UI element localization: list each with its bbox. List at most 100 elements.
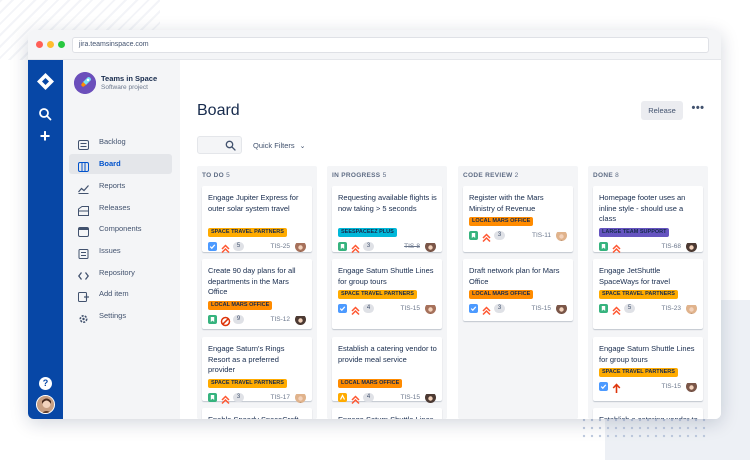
column-header: DONE 8 bbox=[593, 172, 619, 179]
help-icon[interactable]: ? bbox=[39, 377, 52, 390]
issue-card[interactable]: Draft network plan for Mars Office LOCAL … bbox=[463, 259, 573, 321]
board-icon bbox=[78, 159, 89, 172]
create-plus-icon[interactable]: + bbox=[37, 127, 53, 145]
epic-label: SEESPACEEZ PLUS bbox=[338, 227, 397, 237]
sidebar-item-add-item[interactable]: Add item bbox=[69, 284, 172, 304]
card-footer: 3 TIS-8 bbox=[338, 241, 436, 253]
issue-key[interactable]: TIS-15 bbox=[400, 394, 420, 401]
issue-card[interactable]: Homepage footer uses an inline style - s… bbox=[593, 186, 703, 253]
issue-card[interactable]: Engage JetShuttle SpaceWays for travel SP… bbox=[593, 259, 703, 329]
sidebar-item-issues[interactable]: Issues bbox=[69, 241, 172, 261]
sidebar-item-settings[interactable]: Settings bbox=[69, 306, 172, 326]
issue-card[interactable]: Enable Speedy SpaceCraft as the preferre… bbox=[202, 408, 312, 419]
task-type-icon bbox=[208, 241, 217, 251]
assignee-avatar[interactable] bbox=[556, 230, 567, 241]
epic-label: SPACE TRAVEL PARTNERS bbox=[208, 227, 287, 237]
story-points-badge: 9 bbox=[233, 314, 244, 324]
epic-label: SPACE TRAVEL PARTNERS bbox=[599, 368, 678, 377]
release-button[interactable]: Release bbox=[641, 101, 683, 120]
assignee-avatar[interactable] bbox=[556, 303, 567, 314]
priority-high-icon bbox=[350, 303, 361, 316]
issue-key[interactable]: TIS-15 bbox=[531, 305, 551, 312]
priority-high-icon bbox=[350, 241, 361, 253]
column-done: DONE 8 Homepage footer uses an inline sty… bbox=[588, 166, 708, 419]
card-footer: TIS-68 bbox=[599, 241, 697, 253]
priority-blocker-icon bbox=[220, 314, 231, 326]
issue-card[interactable]: Establish a catering vendor to provide m… bbox=[332, 337, 442, 404]
epic-label: SPACE TRAVEL PARTNERS bbox=[599, 290, 678, 299]
assignee-avatar[interactable] bbox=[686, 303, 697, 314]
issue-card[interactable]: Engage Saturn Shuttle Lines for group to… bbox=[332, 408, 442, 419]
jira-logo-icon[interactable] bbox=[36, 72, 55, 91]
issue-key[interactable]: TIS-15 bbox=[661, 383, 681, 390]
card-title: Engage Saturn's Rings Resort as a prefer… bbox=[208, 344, 285, 374]
browser-titlebar: jira.teamsinspace.com bbox=[28, 30, 721, 60]
issue-card[interactable]: Establish a catering vendor to provide m… bbox=[593, 408, 703, 419]
sidebar-item-components[interactable]: Components bbox=[69, 219, 172, 239]
column-header: CODE REVIEW 2 bbox=[463, 172, 519, 179]
issue-card[interactable]: Engage Saturn Shuttle Lines for group to… bbox=[332, 259, 442, 329]
issue-card[interactable]: Engage Saturn Shuttle Lines for group to… bbox=[593, 337, 703, 401]
issue-key[interactable]: TIS-8 bbox=[404, 243, 420, 250]
issue-card[interactable]: Register with the Mars Ministry of Reven… bbox=[463, 186, 573, 252]
card-footer: 9 TIS-12 bbox=[208, 314, 306, 326]
assignee-avatar[interactable] bbox=[295, 392, 306, 403]
issue-card[interactable]: Requesting available flights is now taki… bbox=[332, 186, 442, 253]
card-title: Establish a catering vendor to provide m… bbox=[599, 415, 699, 419]
assignee-avatar[interactable] bbox=[686, 241, 697, 252]
column-header: TO DO 5 bbox=[202, 172, 230, 179]
issue-key[interactable]: TIS-23 bbox=[661, 305, 681, 312]
settings-icon bbox=[78, 311, 89, 324]
sidebar-item-repository[interactable]: Repository bbox=[69, 263, 172, 283]
board-search-input[interactable] bbox=[197, 136, 242, 154]
assignee-avatar[interactable] bbox=[425, 392, 436, 403]
card-title: Homepage footer uses an inline style - s… bbox=[599, 193, 686, 223]
assignee-avatar[interactable] bbox=[425, 241, 436, 252]
card-footer: 3 TIS-15 bbox=[469, 303, 567, 316]
card-title: Requesting available flights is now taki… bbox=[338, 193, 437, 213]
assignee-avatar[interactable] bbox=[295, 241, 306, 252]
issue-card[interactable]: Engage Saturn's Rings Resort as a prefer… bbox=[202, 337, 312, 404]
sidebar-item-releases[interactable]: Releases bbox=[69, 198, 172, 218]
issue-key[interactable]: TIS-15 bbox=[400, 305, 420, 312]
address-bar[interactable]: jira.teamsinspace.com bbox=[72, 37, 709, 53]
browser-window: jira.teamsinspace.com + ? Teams in Space… bbox=[28, 30, 721, 419]
story-type-icon bbox=[208, 392, 217, 402]
maximize-window-dot[interactable] bbox=[58, 41, 65, 48]
assignee-avatar[interactable] bbox=[686, 381, 697, 392]
issue-key[interactable]: TIS-68 bbox=[661, 243, 681, 250]
epic-label: LOCAL MARS OFFICE bbox=[208, 300, 273, 310]
sidebar-item-label: Board bbox=[99, 159, 121, 168]
sidebar-item-reports[interactable]: Reports bbox=[69, 176, 172, 196]
issue-key[interactable]: TIS-11 bbox=[532, 232, 551, 239]
sidebar-item-label: Add item bbox=[99, 289, 129, 298]
components-icon bbox=[78, 224, 89, 237]
card-footer: 4 TIS-15 bbox=[338, 392, 436, 404]
story-points-badge: 3 bbox=[494, 304, 505, 313]
card-title: Register with the Mars Ministry of Reven… bbox=[469, 193, 544, 213]
story-points-badge: 5 bbox=[624, 304, 635, 313]
priority-highest-icon bbox=[611, 381, 622, 393]
card-footer: 4 TIS-15 bbox=[338, 303, 436, 316]
close-window-dot[interactable] bbox=[36, 41, 43, 48]
card-title: Enable Speedy SpaceCraft as the preferre… bbox=[208, 415, 308, 419]
user-avatar[interactable] bbox=[36, 395, 55, 414]
issue-card[interactable]: Create 90 day plans for all departments … bbox=[202, 259, 312, 329]
assignee-avatar[interactable] bbox=[295, 314, 306, 325]
more-options-button[interactable]: ••• bbox=[689, 101, 707, 120]
issue-key[interactable]: TIS-17 bbox=[270, 394, 290, 401]
issue-key[interactable]: TIS-12 bbox=[270, 316, 290, 323]
story-type-icon bbox=[338, 241, 347, 251]
column-header: IN PROGRESS 5 bbox=[332, 172, 386, 179]
sidebar-item-board[interactable]: Board bbox=[69, 154, 172, 174]
issue-key[interactable]: TIS-25 bbox=[270, 243, 290, 250]
search-icon[interactable] bbox=[38, 107, 52, 121]
project-header[interactable]: Teams in Space Software project bbox=[74, 72, 178, 96]
sidebar-item-backlog[interactable]: Backlog bbox=[69, 132, 172, 152]
sidebar-item-label: Releases bbox=[99, 203, 131, 212]
quick-filters-dropdown[interactable]: Quick Filters ⌄ bbox=[253, 141, 306, 150]
assignee-avatar[interactable] bbox=[425, 303, 436, 314]
global-nav: + ? bbox=[28, 60, 63, 419]
issue-card[interactable]: Engage Jupiter Express for outer solar s… bbox=[202, 186, 312, 253]
minimize-window-dot[interactable] bbox=[47, 41, 54, 48]
